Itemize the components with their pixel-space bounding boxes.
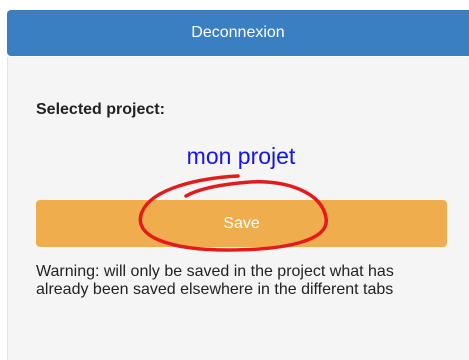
save-warning-text: Warning: will only be saved in the proje… <box>36 263 394 298</box>
selected-project-label: Selected project: <box>36 101 165 118</box>
save-button[interactable]: Save <box>36 200 447 247</box>
logout-button[interactable]: Deconnexion <box>7 10 469 56</box>
project-panel: Selected project: mon projet Save Warnin… <box>7 57 469 360</box>
project-name: mon projet <box>186 143 296 169</box>
